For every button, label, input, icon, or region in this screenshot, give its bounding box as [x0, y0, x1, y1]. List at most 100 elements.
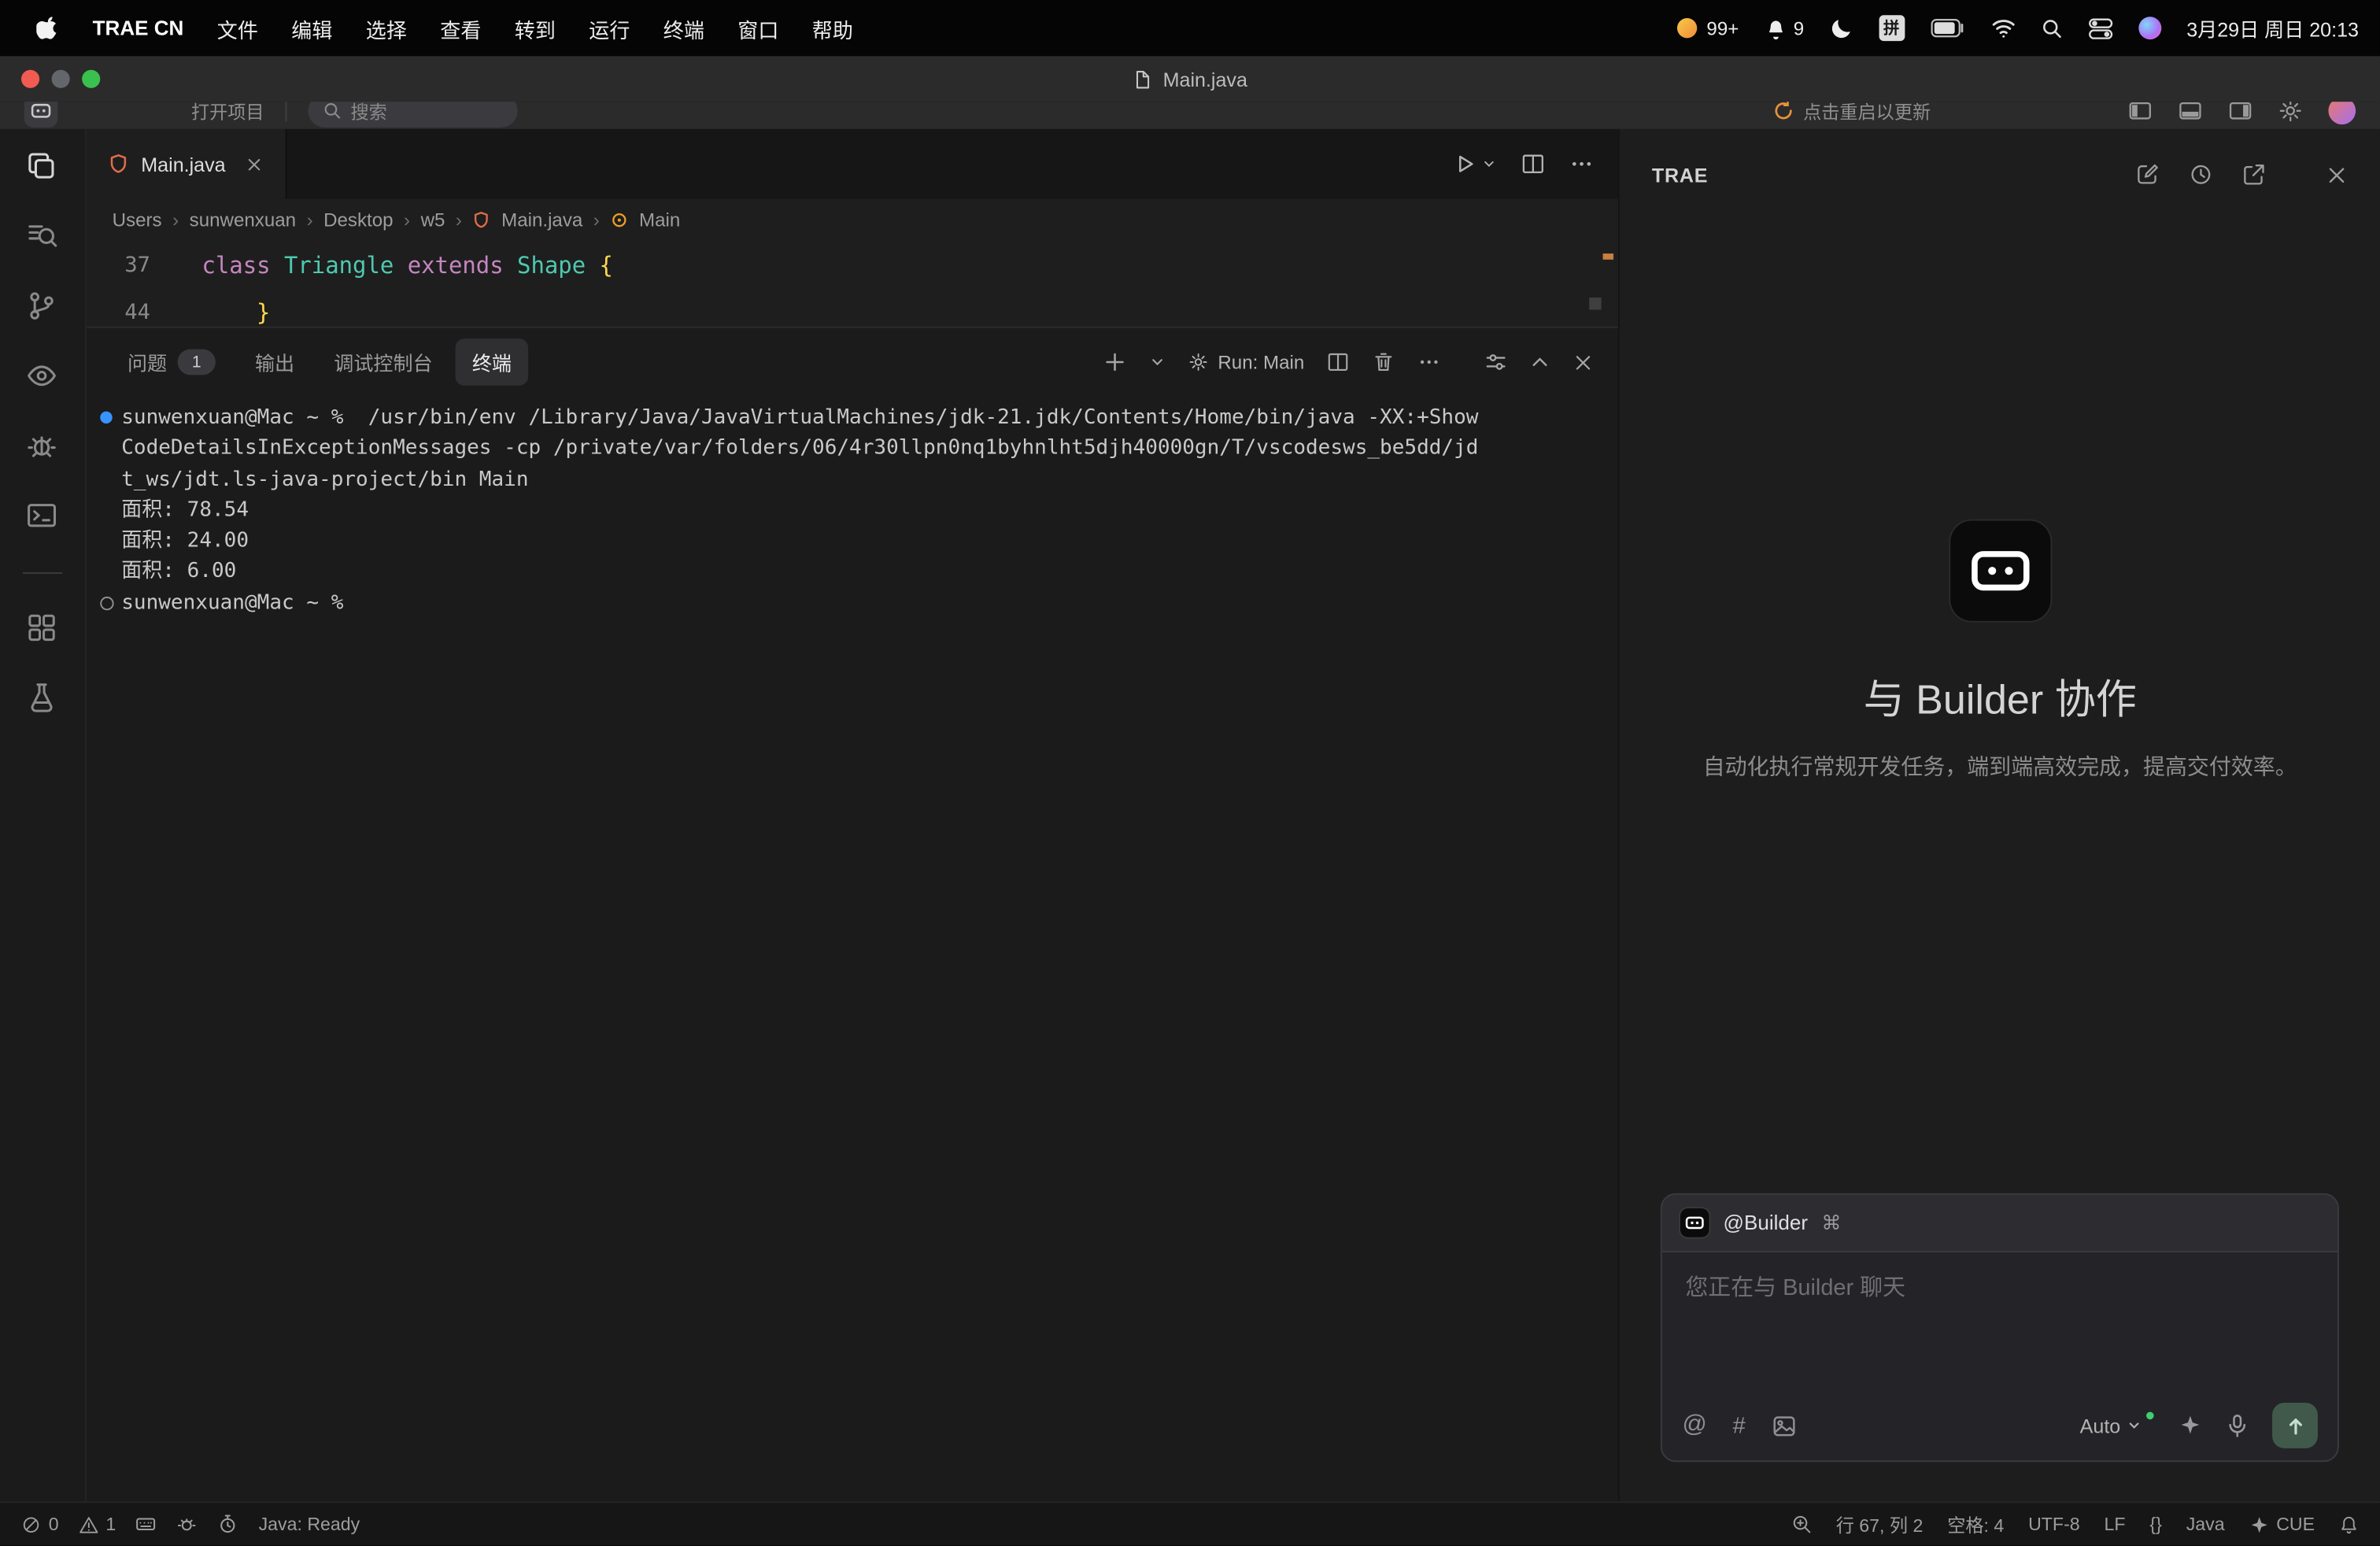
panel-more-icon[interactable]	[1418, 350, 1441, 373]
open-in-window-icon[interactable]	[2242, 162, 2267, 187]
notification-app-badge[interactable]: 99+	[1676, 17, 1739, 39]
siri-icon[interactable]	[2138, 17, 2160, 39]
run-button[interactable]	[1453, 152, 1497, 176]
user-avatar[interactable]	[2328, 102, 2356, 124]
code-editor[interactable]: 37 class Triangle extends Shape { 44 }	[87, 240, 1619, 327]
ports-indicator[interactable]	[135, 1514, 157, 1535]
new-terminal-plus-icon[interactable]	[1104, 350, 1127, 373]
errors-indicator[interactable]: 0	[21, 1514, 59, 1535]
menu-window[interactable]: 窗口	[722, 13, 794, 43]
activity-search[interactable]	[27, 220, 58, 252]
do-not-disturb-moon-icon[interactable]	[1830, 17, 1853, 39]
tab-main-java[interactable]: Main.java	[87, 129, 286, 199]
scrollbar-thumb[interactable]	[1590, 298, 1602, 309]
menu-clock[interactable]: 3月29日 周日 20:13	[2186, 13, 2359, 43]
attach-image-icon[interactable]	[1771, 1413, 1797, 1439]
toggle-bottom-panel-icon[interactable]	[2178, 102, 2202, 123]
app-logo[interactable]	[24, 102, 57, 128]
close-tab-icon[interactable]	[244, 154, 264, 174]
tab-terminal[interactable]: 终端	[456, 338, 529, 386]
close-window-button[interactable]	[21, 70, 39, 88]
model-mode-selector[interactable]: Auto	[2080, 1414, 2156, 1437]
apple-menu[interactable]	[21, 17, 74, 39]
chat-text-input[interactable]: 您正在与 Builder 聊天	[1662, 1252, 2338, 1390]
panel-filter-sliders-icon[interactable]	[1485, 350, 1508, 373]
tab-debug-console[interactable]: 调试控制台	[317, 338, 449, 386]
kill-terminal-trash-icon[interactable]	[1373, 350, 1395, 373]
activity-testing[interactable]	[27, 682, 58, 714]
java-status[interactable]: Java: Ready	[259, 1514, 360, 1535]
menu-run[interactable]: 运行	[574, 13, 645, 43]
notifications-indicator[interactable]	[2339, 1515, 2359, 1534]
mention-at-icon[interactable]: @	[1682, 1412, 1706, 1440]
global-search-box[interactable]: 搜索	[309, 102, 518, 128]
menu-terminal[interactable]: 终端	[648, 13, 719, 43]
cue-ai-indicator[interactable]: CUE	[2249, 1514, 2315, 1535]
chevron-down-icon[interactable]	[1482, 157, 1497, 172]
breadcrumb-desktop[interactable]: Desktop	[323, 209, 393, 230]
close-trae-panel-icon[interactable]	[2326, 163, 2349, 186]
breadcrumb-main-java[interactable]: Main.java	[501, 209, 582, 230]
menu-goto[interactable]: 转到	[499, 13, 571, 43]
menu-edit[interactable]: 编辑	[276, 13, 348, 43]
debug-indicator[interactable]	[176, 1514, 198, 1535]
cursor-position[interactable]: 行 67, 列 2	[1836, 1511, 1924, 1537]
terminal-instance-run-main[interactable]: Run: Main	[1189, 351, 1305, 372]
restart-to-update-button[interactable]: 点击重启以更新	[1773, 102, 1931, 124]
zoom-window-button[interactable]	[82, 70, 100, 88]
split-terminal-icon[interactable]	[1327, 350, 1350, 373]
menu-help[interactable]: 帮助	[796, 13, 868, 43]
terminal-output[interactable]: sunwenxuan@Mac ~ % /usr/bin/env /Library…	[87, 396, 1619, 1503]
chat-history-icon[interactable]	[2189, 162, 2213, 187]
activity-source-control[interactable]	[27, 290, 58, 321]
open-project-button[interactable]: 打开项目	[191, 102, 264, 124]
activity-debug[interactable]	[27, 430, 58, 461]
timer-indicator[interactable]	[218, 1514, 239, 1535]
breadcrumb-w5[interactable]: w5	[421, 209, 445, 230]
activity-extensions[interactable]	[27, 612, 58, 643]
chat-agent-name[interactable]: @Builder	[1724, 1211, 1808, 1234]
menu-view[interactable]: 查看	[425, 13, 497, 43]
send-message-button[interactable]	[2272, 1403, 2318, 1448]
breadcrumb-main-symbol[interactable]: Main	[639, 209, 680, 230]
new-chat-icon[interactable]	[2136, 162, 2160, 187]
sparkle-icon[interactable]	[2179, 1413, 2203, 1437]
activity-preview[interactable]	[27, 360, 58, 391]
split-editor-icon[interactable]	[1521, 152, 1546, 176]
breadcrumb-sunwenxuan[interactable]: sunwenxuan	[190, 209, 296, 230]
control-center-icon[interactable]	[2088, 17, 2112, 39]
breadcrumb-users[interactable]: Users	[113, 209, 162, 230]
warnings-indicator[interactable]: 1	[79, 1514, 116, 1535]
battery-icon[interactable]	[1930, 18, 1964, 38]
settings-gear-icon[interactable]	[2278, 102, 2303, 123]
tab-output[interactable]: 输出	[238, 338, 312, 386]
wifi-icon[interactable]	[1990, 18, 2015, 38]
menu-selection[interactable]: 选择	[350, 13, 422, 43]
tab-problems[interactable]: 问题 1	[111, 338, 232, 386]
minimize-window-button[interactable]	[52, 70, 70, 88]
close-panel-icon[interactable]	[1573, 351, 1595, 372]
activity-terminal-view[interactable]	[27, 499, 58, 531]
spotlight-search-icon[interactable]	[2041, 17, 2062, 39]
eol-sequence[interactable]: LF	[2105, 1514, 2126, 1535]
indentation[interactable]: 空格: 4	[1947, 1511, 2004, 1537]
chat-agent-header[interactable]: @Builder ⌘	[1662, 1195, 2338, 1252]
agent-shortcut-icon[interactable]: ⌘	[1821, 1211, 1841, 1235]
maximize-panel-chevron-up-icon[interactable]	[1531, 352, 1550, 372]
activity-explorer[interactable]	[27, 150, 58, 182]
microphone-icon[interactable]	[2225, 1413, 2249, 1437]
input-method-icon[interactable]: 拼	[1879, 15, 1905, 41]
bell-status[interactable]: 9	[1765, 17, 1804, 39]
terminal-dropdown-chevron-icon[interactable]	[1150, 353, 1166, 370]
problems-count-badge: 1	[178, 350, 216, 375]
braces-indicator[interactable]: {}	[2149, 1514, 2161, 1535]
menu-file[interactable]: 文件	[201, 13, 273, 43]
zoom-indicator[interactable]	[1791, 1514, 1812, 1535]
encoding[interactable]: UTF-8	[2028, 1514, 2080, 1535]
language-mode[interactable]: Java	[2186, 1514, 2225, 1535]
app-menu[interactable]: TRAE CN	[77, 17, 198, 39]
toggle-right-panel-icon[interactable]	[2228, 102, 2252, 123]
context-hash-icon[interactable]: #	[1733, 1413, 1746, 1439]
more-actions-icon[interactable]	[1570, 152, 1595, 176]
toggle-left-panel-icon[interactable]	[2128, 102, 2153, 123]
